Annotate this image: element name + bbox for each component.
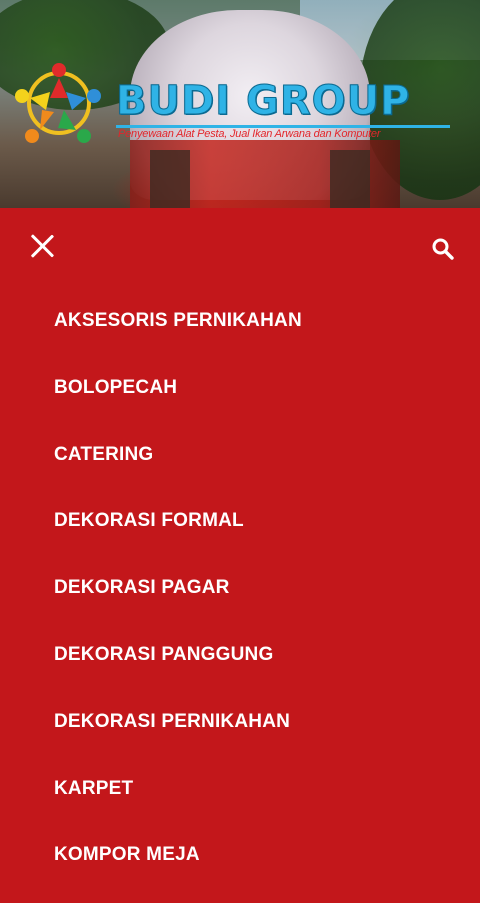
header-banner: BUDI GROUP Penyewaan Alat Pesta, Jual Ik… — [0, 0, 480, 208]
menu-item-karpet[interactable]: KARPET — [0, 756, 480, 823]
menu-item-dekorasi-pernikahan[interactable]: DEKORASI PERNIKAHAN — [0, 689, 480, 756]
menu-list: AKSESORIS PERNIKAHAN BOLOPECAH CATERING … — [0, 288, 480, 889]
search-icon[interactable] — [430, 236, 456, 262]
banner-pillar — [330, 150, 370, 208]
logo-icon[interactable] — [14, 58, 104, 148]
banner-pillar — [150, 150, 190, 208]
menu-item-dekorasi-formal[interactable]: DEKORASI FORMAL — [0, 488, 480, 555]
menu-item-catering[interactable]: CATERING — [0, 422, 480, 489]
navigation-menu: AKSESORIS PERNIKAHAN BOLOPECAH CATERING … — [0, 208, 480, 903]
brand-tagline: Penyewaan Alat Pesta, Jual Ikan Arwana d… — [118, 128, 381, 140]
menu-item-aksesoris-pernikahan[interactable]: AKSESORIS PERNIKAHAN — [0, 288, 480, 355]
close-icon[interactable] — [28, 232, 56, 260]
menu-item-dekorasi-panggung[interactable]: DEKORASI PANGGUNG — [0, 622, 480, 689]
menu-item-kompor-meja[interactable]: KOMPOR MEJA — [0, 822, 480, 889]
brand-title[interactable]: BUDI GROUP — [115, 78, 410, 125]
menu-item-dekorasi-pagar[interactable]: DEKORASI PAGAR — [0, 555, 480, 622]
menu-item-bolopecah[interactable]: BOLOPECAH — [0, 355, 480, 422]
